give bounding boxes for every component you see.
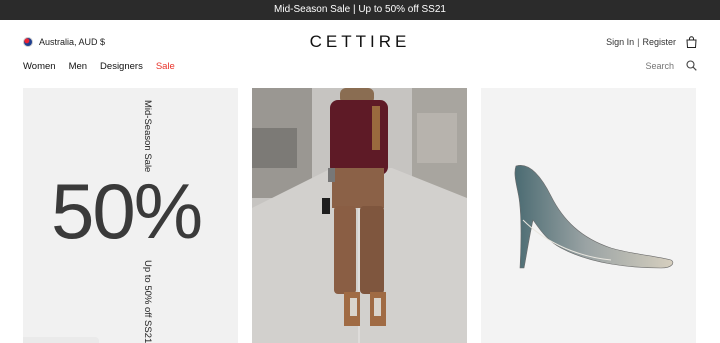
nav-item-sale[interactable]: Sale (156, 61, 175, 72)
street-style-photo-tile[interactable] (252, 88, 467, 343)
nav-item-designers[interactable]: Designers (100, 61, 143, 72)
search-icon[interactable] (686, 60, 697, 71)
street-style-photo (252, 88, 467, 343)
account-area: Sign In | Register (606, 36, 697, 48)
nav-item-women[interactable]: Women (23, 61, 56, 72)
status-bar-chip (23, 337, 99, 343)
nav-item-men[interactable]: Men (69, 61, 87, 72)
glitter-pump-image (514, 165, 674, 269)
sale-tile-subheading: Up to 50% off SS21 (142, 260, 153, 343)
glitter-pump-product-tile[interactable] (481, 88, 696, 343)
account-separator: | (637, 37, 640, 47)
sale-promo-tile[interactable]: Mid-Season Sale 50% Up to 50% off SS21 (23, 88, 238, 343)
register-link[interactable]: Register (642, 37, 676, 47)
sign-in-link[interactable]: Sign In (606, 37, 634, 47)
search-area (634, 60, 697, 71)
promo-banner[interactable]: Mid-Season Sale | Up to 50% off SS21 (0, 0, 720, 20)
main-nav: Women Men Designers Sale (23, 61, 175, 72)
sale-tile-heading: Mid-Season Sale (142, 100, 153, 173)
search-input[interactable] (634, 60, 674, 71)
promo-text[interactable]: Mid-Season Sale | Up to 50% off SS21 (274, 4, 446, 15)
sale-percent: 50% (51, 167, 203, 255)
shopping-bag-icon[interactable] (686, 36, 697, 48)
